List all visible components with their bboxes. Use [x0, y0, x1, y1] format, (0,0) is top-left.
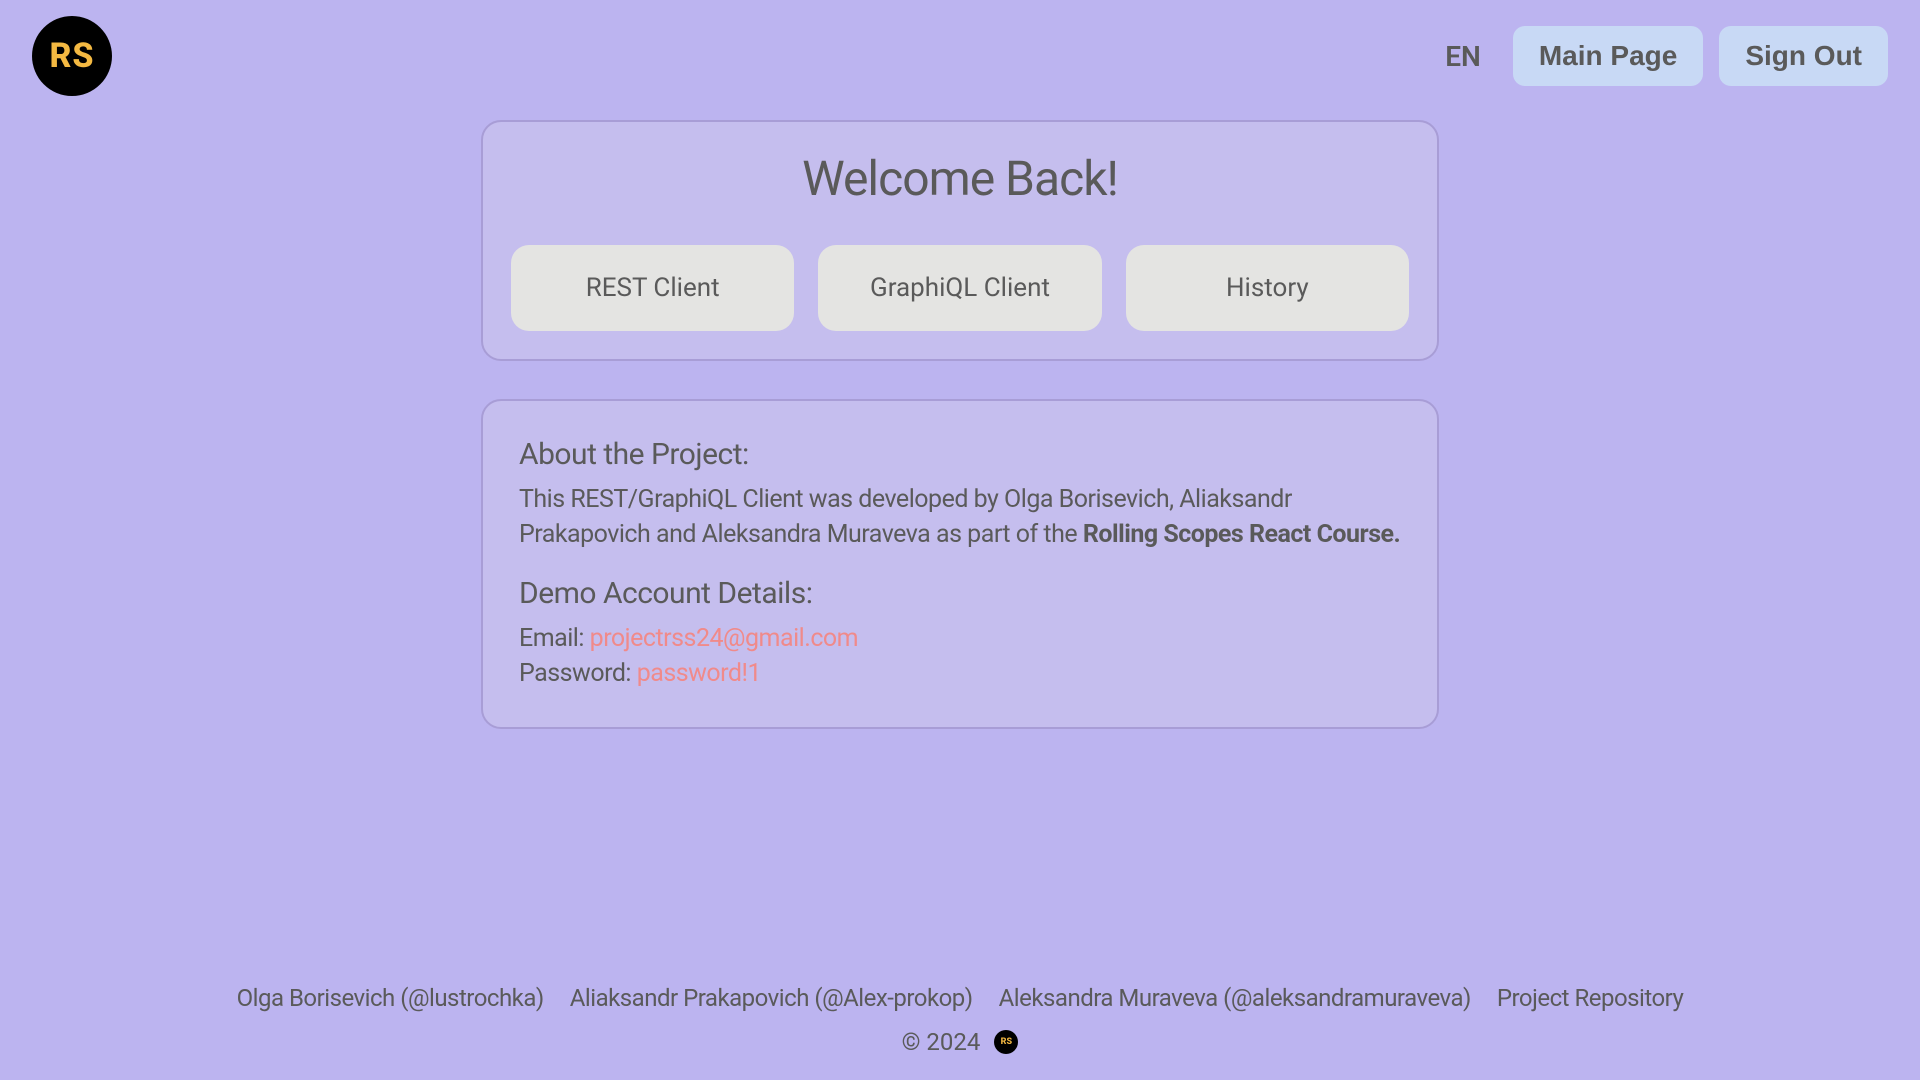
password-label: Password:	[519, 659, 637, 688]
sign-out-button[interactable]: Sign Out	[1719, 26, 1888, 86]
logo-text: RS	[49, 36, 94, 76]
footer: Olga Borisevich (@lustrochka) Aliaksandr…	[0, 964, 1920, 1080]
email-value: projectrss24@gmail.com	[590, 624, 858, 653]
main-page-button[interactable]: Main Page	[1513, 26, 1703, 86]
history-button[interactable]: History	[1126, 245, 1409, 331]
email-label: Email:	[519, 624, 590, 653]
footer-logo-icon[interactable]: RS	[994, 1030, 1018, 1054]
demo-email-line: Email: projectrss24@gmail.com	[519, 621, 1401, 656]
header-right: EN Main Page Sign Out	[1429, 26, 1888, 86]
about-text: This REST/GraphiQL Client was developed …	[519, 482, 1401, 552]
footer-link-repo[interactable]: Project Repository	[1497, 984, 1683, 1012]
logo[interactable]: RS	[32, 16, 112, 96]
language-toggle[interactable]: EN	[1429, 32, 1497, 81]
footer-link-aleksandra[interactable]: Aleksandra Muraveva (@aleksandramuraveva…	[999, 984, 1471, 1012]
header: RS EN Main Page Sign Out	[0, 0, 1920, 112]
footer-logo-text: RS	[1001, 1037, 1012, 1047]
copyright: © 2024	[902, 1028, 981, 1056]
footer-link-aliaksandr[interactable]: Aliaksandr Prakapovich (@Alex-prokop)	[570, 984, 973, 1012]
footer-bottom: © 2024 RS	[32, 1028, 1888, 1056]
welcome-title: Welcome Back!	[511, 150, 1409, 207]
graphiql-client-button[interactable]: GraphiQL Client	[818, 245, 1101, 331]
password-value: password!1	[637, 659, 761, 688]
demo-heading: Demo Account Details:	[519, 576, 1401, 611]
about-heading: About the Project:	[519, 437, 1401, 472]
about-card: About the Project: This REST/GraphiQL Cl…	[481, 399, 1439, 729]
footer-links: Olga Borisevich (@lustrochka) Aliaksandr…	[32, 984, 1888, 1012]
demo-password-line: Password: password!1	[519, 656, 1401, 691]
main-content: Welcome Back! REST Client GraphiQL Clien…	[0, 112, 1920, 964]
rest-client-button[interactable]: REST Client	[511, 245, 794, 331]
action-buttons: REST Client GraphiQL Client History	[511, 245, 1409, 331]
welcome-card: Welcome Back! REST Client GraphiQL Clien…	[481, 120, 1439, 361]
footer-link-olga[interactable]: Olga Borisevich (@lustrochka)	[237, 984, 544, 1012]
about-text-bold: Rolling Scopes React Course.	[1083, 520, 1400, 549]
